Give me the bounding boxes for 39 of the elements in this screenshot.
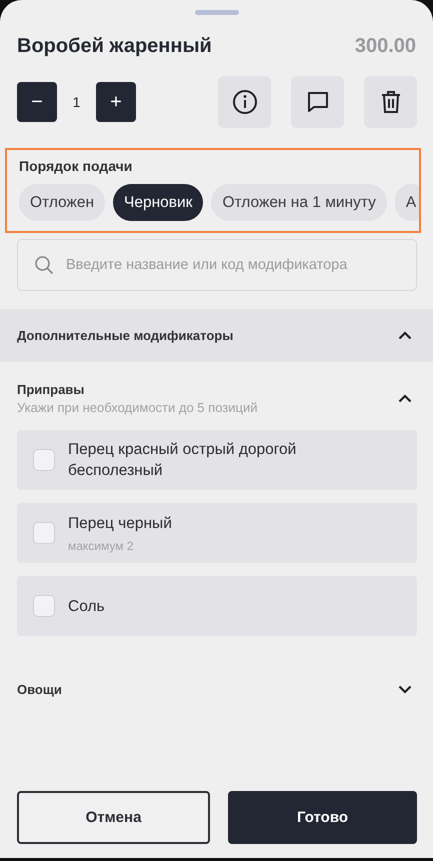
comment-icon (306, 90, 330, 114)
option-label: Перец красный острый дорогой бесполезный (68, 440, 298, 481)
info-button[interactable] (218, 76, 271, 128)
search-field[interactable]: Введите название или код модификатора (17, 239, 417, 291)
delete-button[interactable] (364, 76, 417, 128)
serving-chip[interactable]: Отложен (19, 184, 106, 221)
option-row[interactable]: Перец черный максимум 2 (17, 503, 417, 563)
chevron-up-icon[interactable] (398, 394, 412, 403)
item-title: Воробей жаренный (17, 35, 212, 58)
comment-button[interactable] (291, 76, 344, 128)
option-label: Соль (68, 596, 105, 616)
group-title: Овощи (17, 682, 62, 697)
trash-icon (380, 90, 400, 114)
done-button[interactable]: Готово (228, 791, 417, 844)
quantity-value: 1 (72, 94, 82, 110)
option-row[interactable]: Соль (17, 576, 417, 636)
checkbox[interactable] (33, 522, 55, 544)
option-note: максимум 2 (68, 539, 135, 553)
search-input[interactable]: Введите название или код модификатора (66, 257, 416, 273)
drag-handle[interactable] (194, 10, 238, 15)
item-price: 300.00 (354, 35, 416, 58)
serving-chip[interactable]: Отложен на 1 минуту (211, 184, 387, 221)
info-icon (232, 89, 258, 115)
serving-chip[interactable]: А (394, 184, 419, 221)
chevron-down-icon[interactable] (398, 685, 412, 694)
decrement-button[interactable]: − (17, 82, 57, 122)
increment-button[interactable]: + (96, 82, 136, 122)
chevron-up-icon[interactable] (398, 331, 412, 340)
option-row[interactable]: Перец красный острый дорогой бесполезный (17, 430, 417, 490)
checkbox[interactable] (33, 449, 55, 471)
group-title: Приправы (17, 382, 86, 397)
checkbox[interactable] (33, 595, 55, 617)
group-hint: Укажи при необходимости до 5 позиций (17, 400, 258, 415)
section-header[interactable]: Дополнительные модификаторы (0, 309, 433, 362)
serving-chip[interactable]: Черновик (113, 184, 204, 221)
option-label: Перец черный (68, 514, 172, 534)
section-title: Порядок подачи (19, 158, 134, 174)
search-icon (34, 255, 54, 275)
cancel-button[interactable]: Отмена (17, 791, 210, 844)
